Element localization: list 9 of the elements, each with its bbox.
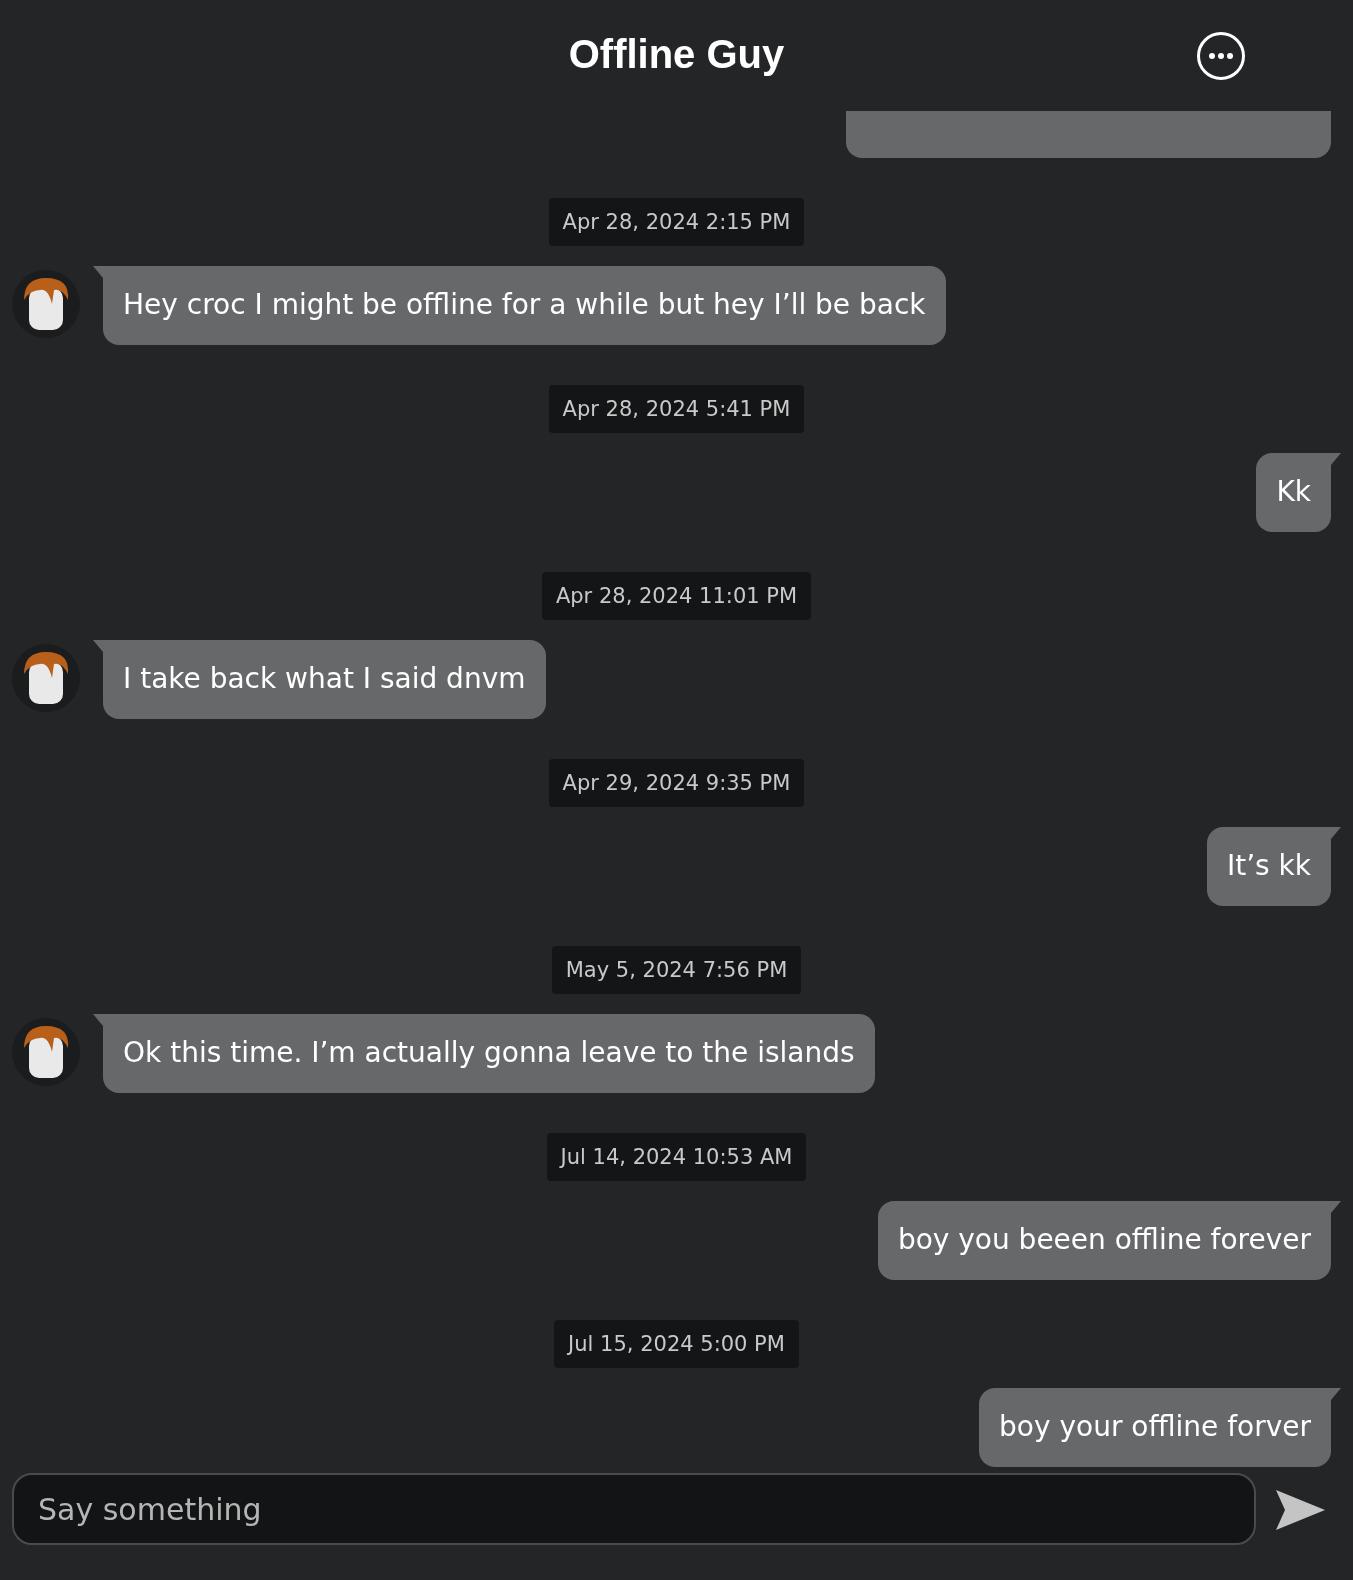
timestamp: Apr 28, 2024 5:41 PM [548,385,805,433]
message-input[interactable]: Say something [12,1473,1256,1545]
timestamp: May 5, 2024 7:56 PM [551,946,802,994]
timestamp: Apr 29, 2024 9:35 PM [548,759,805,807]
timestamp: Jul 14, 2024 10:53 AM [546,1133,807,1181]
timestamp: Apr 28, 2024 2:15 PM [548,198,805,246]
timestamp: Jul 15, 2024 5:00 PM [554,1320,799,1368]
chat-title: Offline Guy [568,32,785,77]
timestamp: Apr 28, 2024 11:01 PM [541,572,812,620]
